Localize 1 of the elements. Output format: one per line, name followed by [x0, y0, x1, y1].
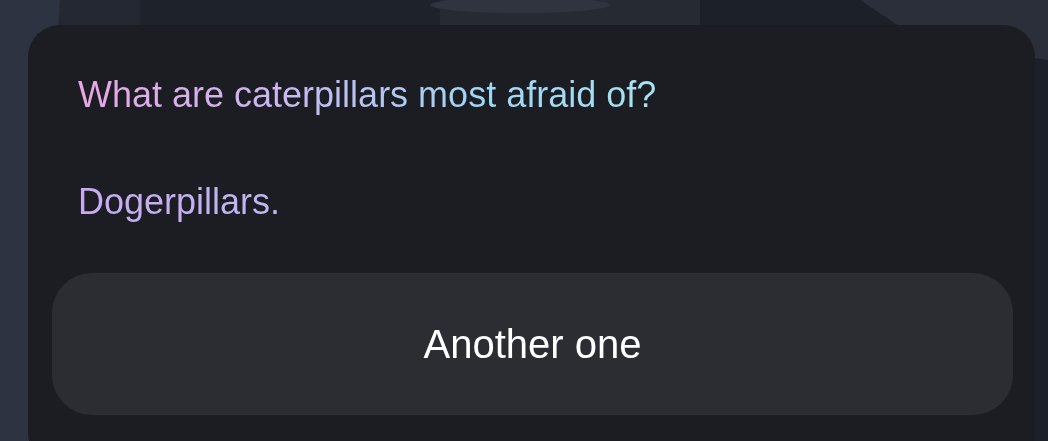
another-one-button[interactable]: Another one — [52, 273, 1013, 416]
